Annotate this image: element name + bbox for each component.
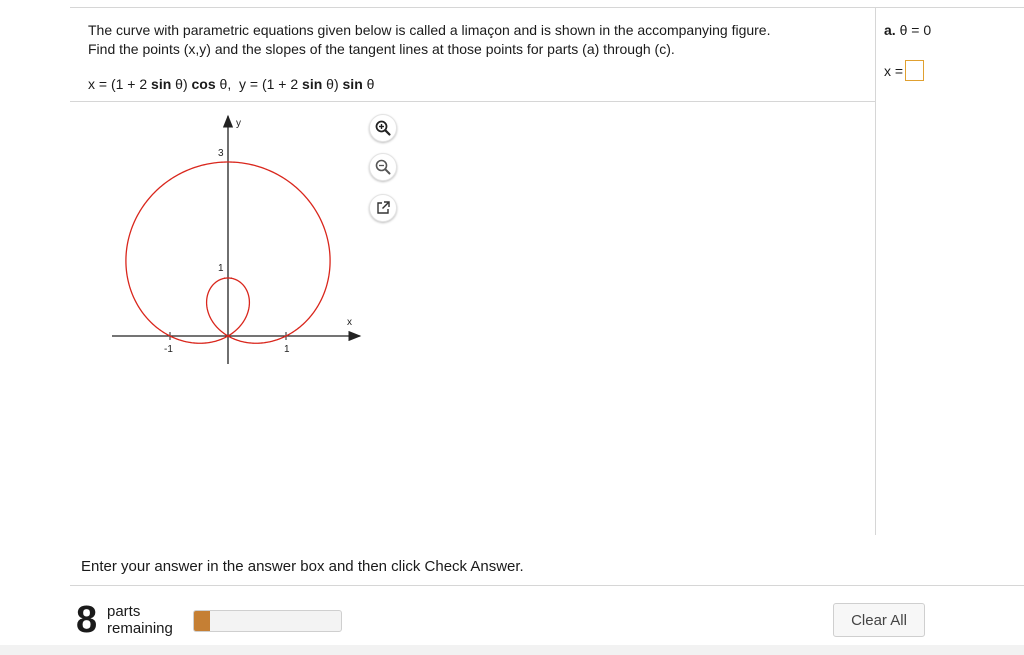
parts-label-line1: parts — [107, 603, 141, 620]
parts-label-line2: remaining — [107, 620, 173, 637]
pop-out-button[interactable] — [369, 194, 397, 222]
eq-y-prefix: y = (1 + 2 — [239, 76, 303, 92]
part-condition: θ = 0 — [899, 22, 932, 38]
progress-fill — [194, 611, 211, 631]
x-answer-input[interactable] — [905, 60, 925, 81]
question-panel: The curve with parametric equations give… — [70, 8, 875, 538]
x-answer-label: x = — [884, 62, 904, 79]
eq-y-theta: θ) — [322, 76, 343, 92]
eq-x-theta: θ) — [171, 76, 192, 92]
bottom-rule — [70, 585, 1024, 586]
eq-x-end: θ, — [215, 76, 232, 92]
parametric-equations: x = (1 + 2 sin θ) cos θ, y = (1 + 2 sin … — [88, 76, 374, 92]
pop-out-icon — [377, 201, 390, 214]
zoom-in-button[interactable] — [369, 114, 397, 142]
clear-all-button[interactable]: Clear All — [833, 603, 925, 637]
question-divider — [70, 101, 876, 102]
eq-y-sin2: sin — [342, 76, 363, 92]
progress-bar — [193, 610, 342, 632]
eq-x-sin: sin — [151, 76, 172, 92]
parts-remaining-label: parts remaining — [107, 603, 173, 637]
eq-x-cos: cos — [191, 76, 216, 92]
x-answer-row: x = — [884, 60, 925, 81]
instruction-text: Enter your answer in the answer box and … — [81, 558, 524, 575]
zoom-out-button[interactable] — [369, 153, 397, 181]
problem-statement: The curve with parametric equations give… — [88, 21, 868, 59]
eq-y-end: θ — [362, 76, 375, 92]
zoom-in-icon — [375, 120, 391, 136]
parts-remaining-count: 8 — [76, 599, 98, 641]
problem-line-1: The curve with parametric equations give… — [88, 22, 771, 38]
part-letter: a. — [884, 22, 896, 38]
footer-band — [0, 645, 1024, 655]
part-a-label: a. θ = 0 — [884, 22, 931, 38]
zoom-out-icon — [375, 159, 391, 175]
eq-x-prefix: x = (1 + 2 — [88, 76, 152, 92]
problem-line-2: Find the points (x,y) and the slopes of … — [88, 41, 675, 57]
eq-y-sin: sin — [302, 76, 323, 92]
answer-panel: a. θ = 0 x = — [876, 8, 1024, 535]
